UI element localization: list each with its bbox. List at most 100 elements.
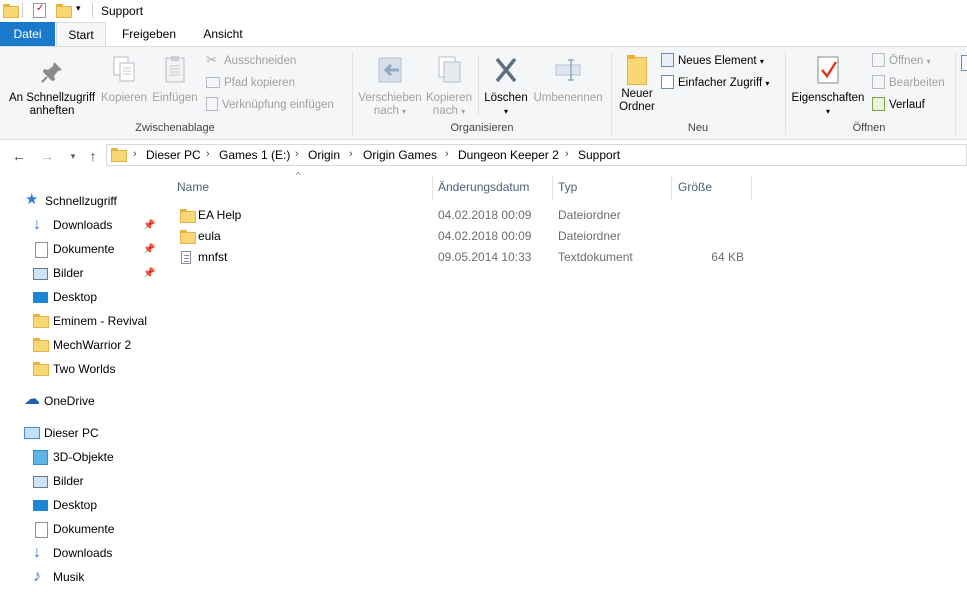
file-type: Dateiordner <box>558 229 621 243</box>
title-bar: ✓ ▾ Support <box>0 0 967 22</box>
new-item-button[interactable]: Neues Element ▾ <box>661 52 764 70</box>
column-header-size[interactable]: Größe <box>678 178 712 196</box>
document-icon <box>35 522 48 538</box>
forward-arrow-icon[interactable]: → <box>38 146 56 166</box>
breadcrumb-separator[interactable]: › <box>206 148 210 160</box>
move-to-label-line1: Verschieben <box>358 92 422 104</box>
copy-button[interactable]: Kopieren <box>101 55 147 105</box>
column-divider[interactable] <box>671 176 672 200</box>
column-header-modified[interactable]: Änderungsdatum <box>438 178 529 196</box>
new-folder-button[interactable]: Neuer Ordner <box>614 55 660 114</box>
breadcrumb-separator[interactable]: › <box>445 148 449 160</box>
properties-button[interactable]: Eigenschaften ▾ <box>788 55 868 118</box>
table-row[interactable]: mnfst 09.05.2014 10:33 Textdokument 64 K… <box>172 247 752 268</box>
group-label-organisieren: Organisieren <box>450 122 514 134</box>
pictures-icon <box>33 476 48 488</box>
breadcrumb-origin-games[interactable]: Origin Games <box>363 148 437 162</box>
table-row[interactable]: eula 04.02.2018 00:09 Dateiordner <box>172 226 752 247</box>
address-bar[interactable]: › Dieser PC › Games 1 (E:) › Origin › Or… <box>106 144 967 166</box>
window-title: Support <box>101 4 144 18</box>
document-icon <box>35 242 48 258</box>
copy-to-icon <box>438 56 461 83</box>
breadcrumb-origin[interactable]: Origin <box>308 148 340 162</box>
history-button[interactable]: Verlauf <box>872 96 925 114</box>
group-label-oeffnen: Öffnen <box>852 122 886 134</box>
nav-pc-documents-label: Dokumente <box>53 522 115 536</box>
delete-dropdown-icon[interactable]: ▾ <box>482 105 530 118</box>
breadcrumb-separator[interactable]: › <box>565 148 569 160</box>
folder-icon <box>33 338 49 354</box>
ribbon-separator <box>352 51 353 135</box>
pin-icon[interactable]: 📌 <box>143 268 155 279</box>
move-to-button[interactable]: Verschieben nach ▾ <box>356 55 424 118</box>
breadcrumb-separator[interactable]: › <box>295 148 299 160</box>
nav-pc-downloads-label: Downloads <box>53 546 113 560</box>
customize-qa-dropdown-icon[interactable]: ▾ <box>76 3 81 14</box>
qa-divider <box>92 3 93 18</box>
paste-shortcut-button[interactable]: Verknüpfung einfügen <box>206 96 334 114</box>
pin-icon[interactable]: 📌 <box>143 244 155 255</box>
recent-locations-chevron-icon[interactable]: ▾ <box>64 146 82 166</box>
file-modified: 04.02.2018 00:09 <box>438 229 532 243</box>
breadcrumb-dieser-pc[interactable]: Dieser PC <box>146 148 201 162</box>
back-arrow-icon[interactable]: ← <box>10 146 28 166</box>
column-header-name[interactable]: Name <box>177 178 209 196</box>
breadcrumb-games-1[interactable]: Games 1 (E:) <box>219 148 290 162</box>
breadcrumb-dungeon-keeper-2[interactable]: Dungeon Keeper 2 <box>458 148 559 162</box>
breadcrumb-separator[interactable]: › <box>133 148 137 160</box>
folder-icon <box>33 314 49 330</box>
edit-button[interactable]: Bearbeiten <box>872 74 945 92</box>
nav-quick-eminem-label: Eminem - Revival <box>53 314 148 328</box>
desktop-icon <box>33 500 48 511</box>
paste-button[interactable]: Einfügen <box>150 55 200 105</box>
tab-freigeben[interactable]: Freigeben <box>113 22 185 46</box>
pin-label-line2: anheften <box>29 105 75 117</box>
properties-qa-icon[interactable]: ✓ <box>33 3 46 18</box>
copy-to-button[interactable]: Kopieren nach ▾ <box>424 55 474 118</box>
pin-quick-access-button[interactable]: An Schnellzugriff anheften <box>4 59 100 118</box>
pictures-icon <box>33 268 48 280</box>
folder-icon <box>180 230 196 244</box>
pin-icon[interactable]: 📌 <box>143 220 155 231</box>
ribbon-separator <box>478 55 479 115</box>
tab-ansicht[interactable]: Ansicht <box>193 22 253 46</box>
nav-this-pc-label: Dieser PC <box>44 426 99 440</box>
delete-label: Löschen <box>484 92 528 104</box>
breadcrumb-separator[interactable]: › <box>349 148 353 160</box>
delete-button[interactable]: Löschen ▾ <box>482 55 530 118</box>
copy-path-button[interactable]: Pfad kopieren <box>206 74 295 92</box>
properties-dropdown-icon[interactable]: ▾ <box>788 105 868 118</box>
tab-datei[interactable]: Datei <box>0 22 55 46</box>
properties-icon <box>817 56 839 84</box>
column-divider[interactable] <box>751 176 752 200</box>
rename-button[interactable]: Umbenennen <box>530 55 606 105</box>
breadcrumb-support[interactable]: Support <box>578 148 620 162</box>
new-folder-qa-icon[interactable] <box>56 4 72 18</box>
nav-pc-pictures-label: Bilder <box>53 474 84 488</box>
shortcut-icon <box>206 96 218 111</box>
edit-icon <box>872 74 885 89</box>
column-divider[interactable] <box>432 176 433 200</box>
scissors-icon: ✂ <box>206 51 217 67</box>
nav-onedrive-label: OneDrive <box>44 394 95 408</box>
history-label: Verlauf <box>889 99 925 111</box>
paste-label: Einfügen <box>152 92 198 104</box>
up-arrow-icon[interactable]: ↑ <box>84 146 102 166</box>
table-row[interactable]: EA Help 04.02.2018 00:09 Dateiordner <box>172 205 752 226</box>
file-name: EA Help <box>198 208 242 222</box>
easy-access-button[interactable]: Einfacher Zugriff ▾ <box>661 74 769 92</box>
column-divider[interactable] <box>552 176 553 200</box>
open-button[interactable]: Öffnen ▾ <box>872 52 931 70</box>
easy-access-dropdown-icon: ▾ <box>765 79 770 88</box>
path-icon <box>206 77 220 89</box>
new-folder-label-line1: Neuer <box>621 88 653 100</box>
column-header-type[interactable]: Typ <box>558 178 577 196</box>
select-group-icon-partial[interactable] <box>961 55 967 71</box>
cut-button[interactable]: ✂ Ausschneiden <box>206 52 296 70</box>
ribbon-separator <box>955 51 956 135</box>
file-modified: 04.02.2018 00:09 <box>438 208 532 222</box>
move-to-label-line2: nach ▾ <box>373 105 407 117</box>
nav-pc-3d-objects-label: 3D-Objekte <box>53 450 114 464</box>
tab-start[interactable]: Start <box>56 22 106 46</box>
star-icon: ★ <box>25 191 39 208</box>
